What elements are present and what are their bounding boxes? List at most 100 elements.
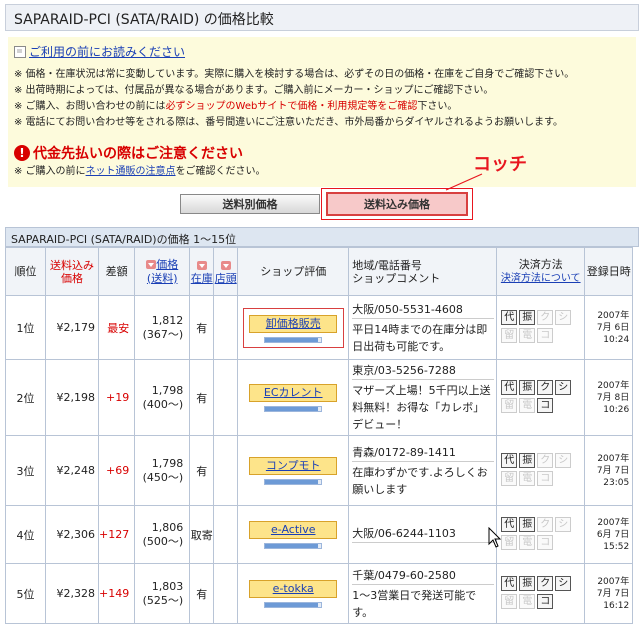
read-before-use-link[interactable]: ご利用の前にお読みください: [29, 43, 185, 60]
rating-bar: [264, 601, 323, 608]
th-shop-rating: ショップ評価: [237, 247, 350, 296]
region-phone: 大阪/050-5531-4608: [352, 301, 495, 319]
payment-method-badge: 留: [501, 470, 518, 486]
th-store-label[interactable]: 店頭: [215, 272, 237, 285]
payment-method-badge: ク: [537, 379, 554, 395]
payment-method-badge: コ: [537, 470, 554, 486]
rating-bar: [264, 542, 323, 549]
price-value: 1,803: [151, 579, 184, 593]
shop-wrap: e-tokka: [238, 579, 348, 608]
region-phone: 青森/0172-89-1411: [352, 444, 495, 462]
th-total-price: 送料込み価格: [45, 247, 99, 296]
table-body: 1位 ¥2,179 最安 1,812 (367～) 有卸価格販売 大阪/050-5531-4…: [5, 295, 634, 624]
payment-method-badge: 留: [501, 327, 518, 343]
rank-cell: 1位: [5, 295, 46, 360]
payment-cell: 代振クシ留電コ: [496, 563, 586, 624]
exclamation-icon: !: [14, 145, 30, 161]
notice-line-3-red: 必ずショップのWebサイトで価格・利用規定等をご確認: [165, 101, 418, 112]
payment-method-badge: 振: [519, 379, 536, 395]
notice-line-3-pre: ※ ご購入、お問い合わせの前には: [14, 101, 166, 112]
diff-cell: 最安: [97, 295, 136, 360]
payment-cell: 代振クシ留電コ: [496, 435, 586, 506]
info-cell: 東京/03-5256-7288 マザーズ上場！5千円以上送料無料！お得な「カレボ」…: [348, 359, 498, 436]
region-phone: 千葉/0479-60-2580: [352, 567, 495, 585]
th-price-label[interactable]: 価格: [156, 258, 178, 271]
shop-wrap: ECカレント: [238, 383, 348, 412]
price-cell: 1,803 (525～): [134, 563, 191, 624]
payment-row: 代振クシ: [501, 516, 582, 532]
payment-row: 代振クシ: [501, 309, 582, 325]
total-price-cell: ¥2,179: [45, 295, 99, 360]
sort-down-icon[interactable]: [220, 261, 231, 270]
shop-link-button[interactable]: 卸価格販売: [249, 314, 338, 333]
stock-cell: 有: [189, 563, 215, 624]
payment-row: 留電コ: [501, 593, 582, 609]
shop-comment: マザーズ上場！5千円以上送料無料！お得な「カレボ」デビュー！: [352, 384, 491, 431]
reg-time: 23:05: [603, 477, 630, 488]
region-phone: 大阪/06-6244-1103: [352, 525, 495, 543]
th-stock-label[interactable]: 在庫: [191, 272, 213, 285]
shop-link-button[interactable]: e-Active: [249, 520, 338, 539]
payment-method-badge: シ: [555, 575, 572, 591]
info-cell: 青森/0172-89-1411 在庫わずかです.よろしくお願いします: [348, 435, 498, 506]
reg-date: 7月 7日: [596, 588, 630, 599]
th-region-label: 地域/電話番号: [352, 258, 422, 272]
payment-method-badge: 電: [519, 327, 536, 343]
payment-row: 留電コ: [501, 397, 582, 413]
warning-line: ※ ご購入の前にネット通販の注意点をご確認ください。: [14, 162, 266, 177]
warning-pre: ※ ご購入の前に: [14, 166, 86, 177]
payment-cell: 代振クシ留電コ: [496, 359, 586, 436]
th-stock[interactable]: 在庫: [189, 247, 215, 296]
price-value: 1,806: [151, 520, 184, 534]
document-icon: [14, 45, 26, 58]
th-price[interactable]: 価格 (送料): [134, 247, 191, 296]
payment-method-badge: 代: [501, 575, 518, 591]
store-cell: [213, 505, 239, 564]
notice-line-3: ※ ご購入、お問い合わせの前には必ずショップのWebサイトで価格・利用規定等をご…: [14, 97, 457, 112]
th-region-comment: 地域/電話番号 ショップコメント: [348, 247, 498, 296]
th-store[interactable]: 店頭: [213, 247, 239, 296]
payment-method-badge: 振: [519, 309, 536, 325]
registered-cell: 2007年 7月 7日 16:12: [584, 563, 634, 624]
tab-shipping-separate[interactable]: 送料別価格: [180, 194, 320, 214]
rank-cell: 5位: [5, 563, 46, 624]
tab-shipping-included[interactable]: 送料込み価格: [326, 192, 468, 216]
th-shipping-label[interactable]: (送料): [147, 272, 178, 285]
table-row: 3位 ¥2,248 +69 1,798 (450～) 有コンプモト 青森/0172-89-1…: [5, 435, 634, 506]
payment-method-badge: シ: [555, 309, 572, 325]
payment-method-badge: 電: [519, 397, 536, 413]
diff-cell: +19: [97, 359, 136, 436]
stock-cell: 取寄: [189, 505, 215, 564]
payment-row: 代振クシ: [501, 575, 582, 591]
shipping-value: (400～): [142, 397, 184, 411]
shop-cell: コンプモト: [237, 435, 350, 506]
payment-cell: 代振クシ留電コ: [496, 295, 586, 360]
price-cell: 1,798 (450～): [134, 435, 191, 506]
rating-bar: [264, 405, 323, 412]
payment-method-badge: ク: [537, 575, 554, 591]
sort-down-icon[interactable]: [196, 261, 207, 270]
table-row: 2位 ¥2,198 +19 1,798 (400～) 有 ECカレント 東京/03-5256-…: [5, 359, 634, 436]
payment-method-badge: 振: [519, 452, 536, 468]
shop-cell: 卸価格販売: [237, 295, 350, 360]
shop-link-button[interactable]: ECカレント: [249, 383, 338, 402]
payment-method-badge: シ: [555, 379, 572, 395]
notice-line-4: ※ 電話にてお問い合わせ等をされる際は、番号間違いにご注意いただき、市外局番から…: [14, 117, 564, 128]
shop-link-button[interactable]: コンプモト: [249, 456, 338, 475]
sort-down-icon[interactable]: [146, 260, 157, 269]
registered-cell: 2007年 7月 8日 10:26: [584, 359, 634, 436]
net-shopping-caution-link[interactable]: ネット通販の注意点: [86, 166, 176, 177]
kocchi-annotation: コッチ: [473, 154, 527, 175]
prepay-warning-title: 代金先払いの際はご注意ください: [33, 146, 243, 162]
table-header-row: 順位 送料込み価格 差額 価格 (送料) 在庫 店頭 ショップ評価 地域/電話番号…: [5, 247, 634, 296]
shop-link-button[interactable]: e-tokka: [249, 579, 338, 598]
warning-head: ! 代金先払いの際はご注意ください: [14, 143, 243, 163]
price-value: 1,798: [151, 383, 184, 397]
th-registered: 登録日時: [584, 247, 634, 296]
registered-cell: 2007年 7月 6日 10:24: [584, 295, 634, 360]
stock-cell: 有: [189, 359, 215, 436]
shop-wrap: コンプモト: [238, 456, 348, 485]
payment-info-link[interactable]: 決済方法について: [501, 273, 581, 284]
reg-time: 15:52: [603, 541, 630, 552]
payment-method-badge: 電: [519, 470, 536, 486]
